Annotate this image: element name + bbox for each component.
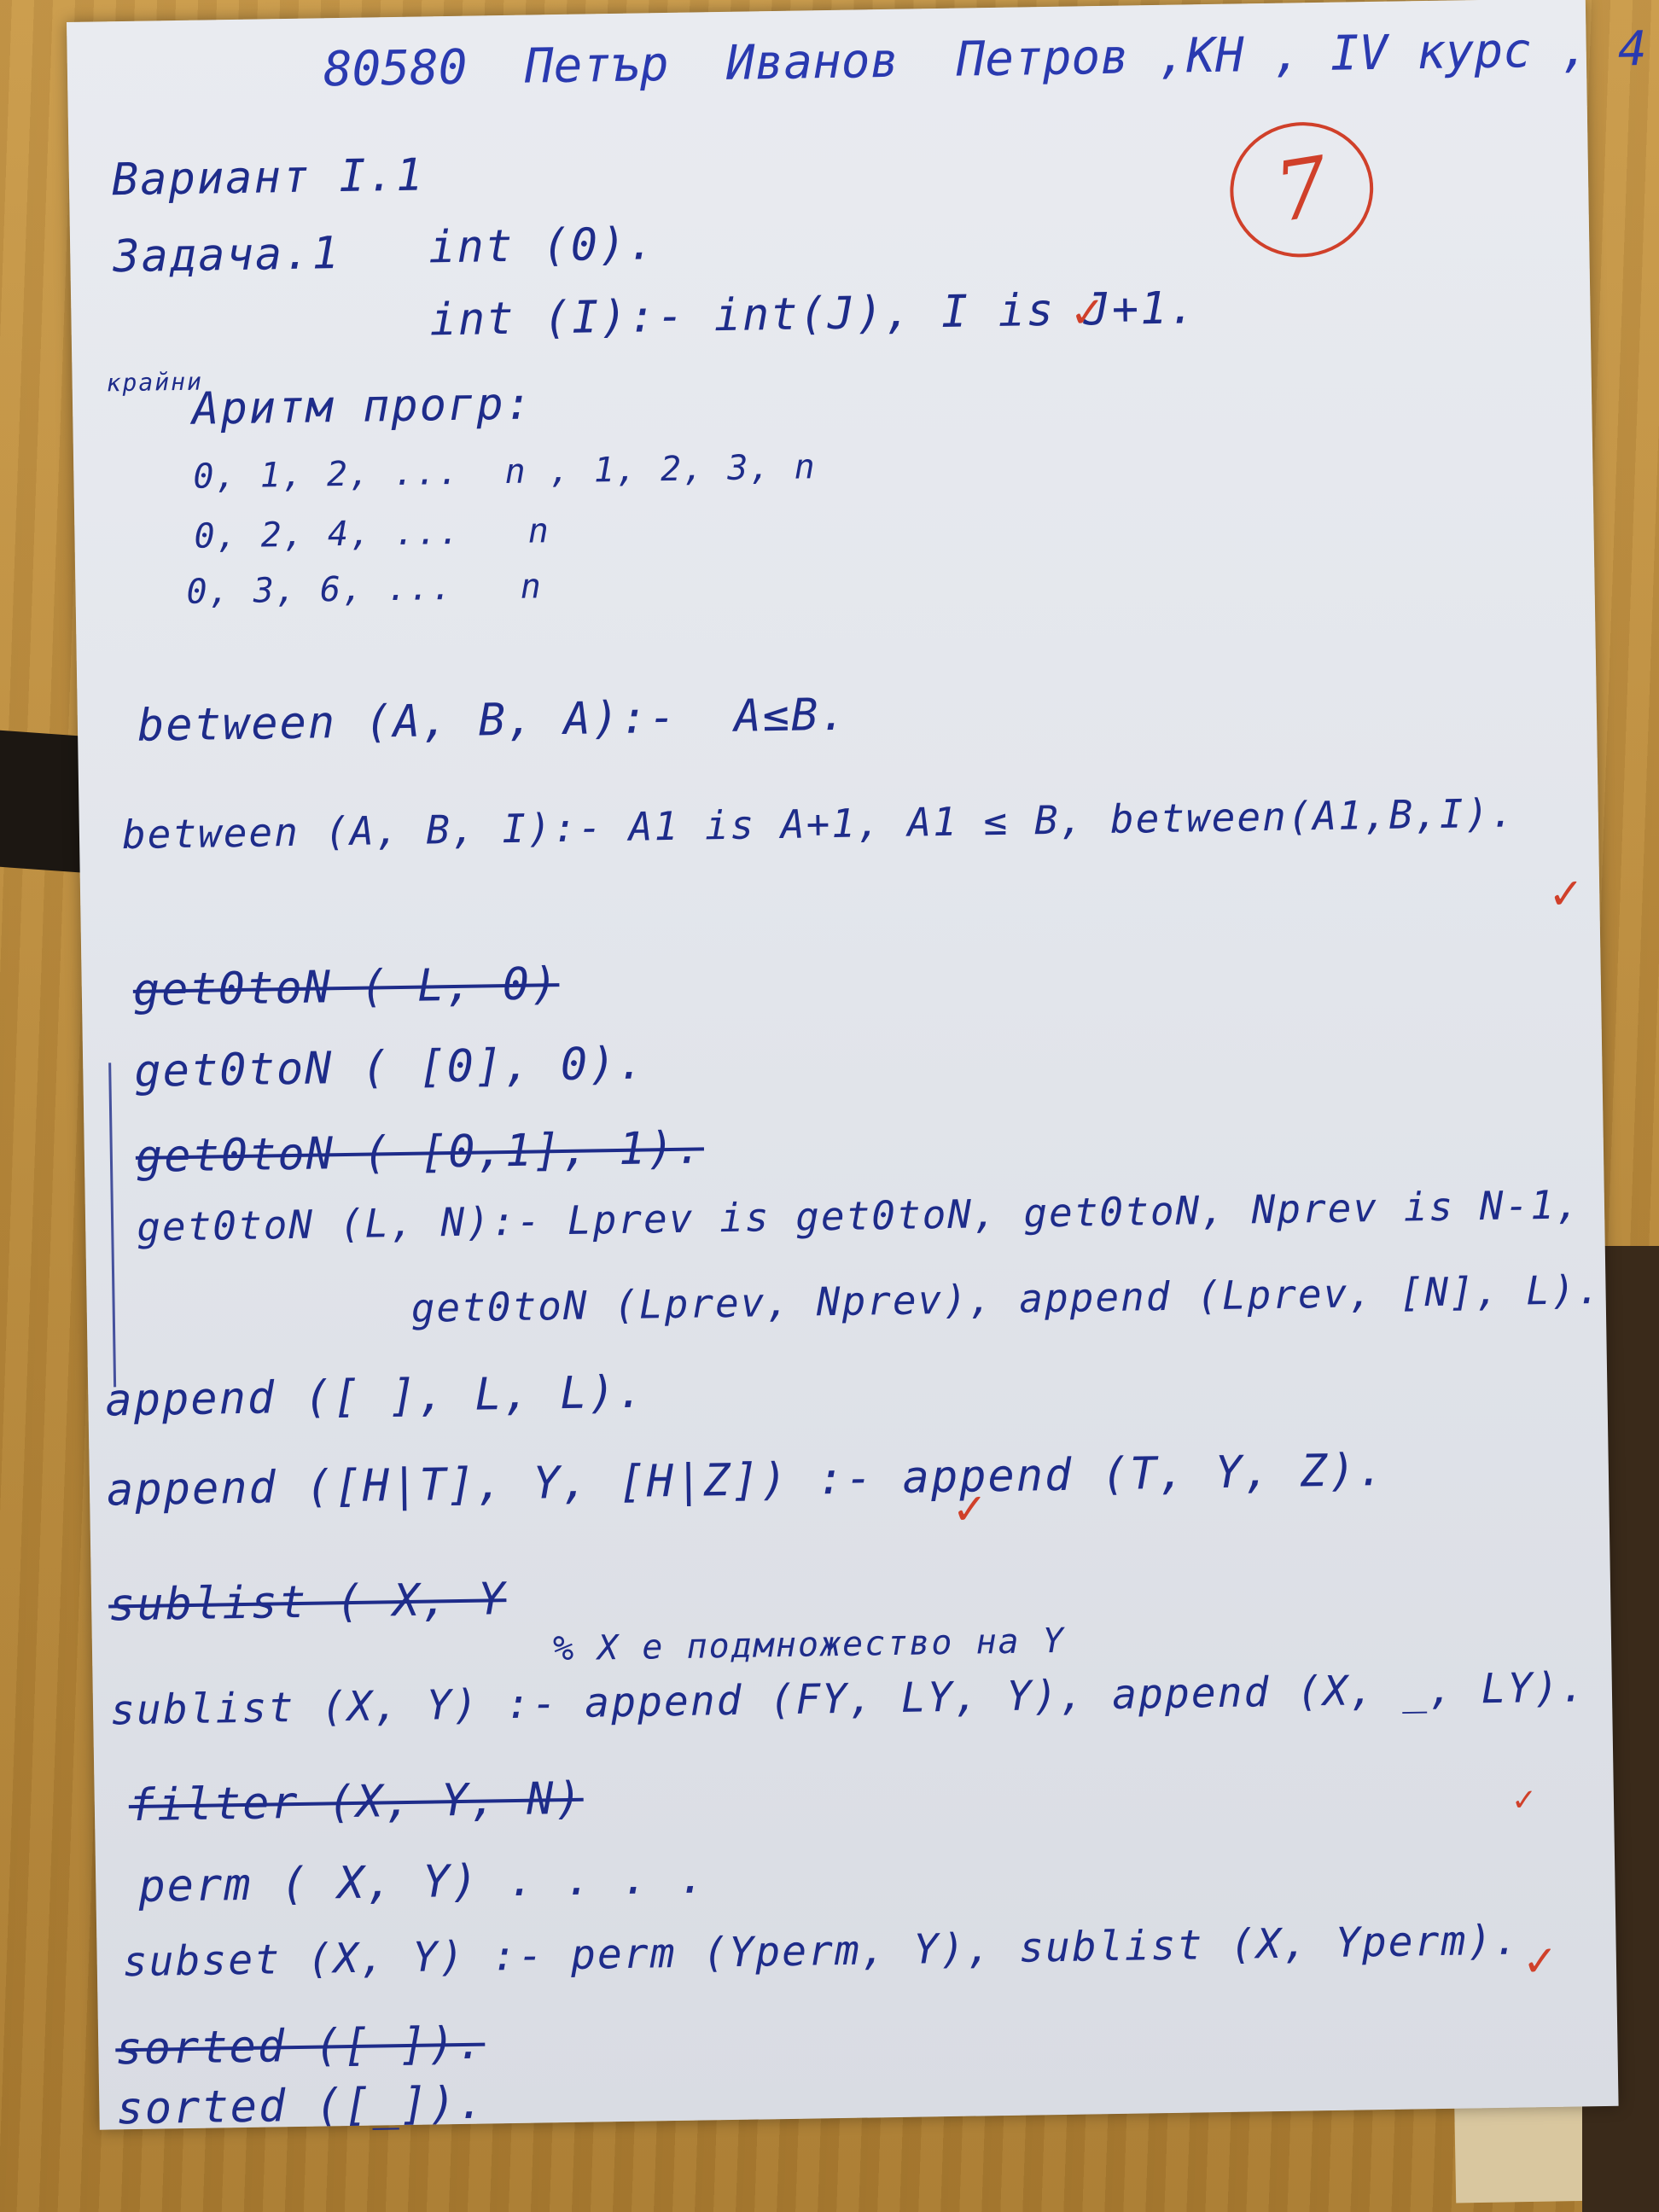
code-subset: subset (X, Y) :- perm (Yperm, Y), sublis… (122, 1916, 1521, 1987)
aritm-label: Аритм прогр: (191, 378, 534, 435)
code-int-0: int (0). (428, 218, 657, 274)
check-mark-icon: ✓ (952, 1484, 988, 1534)
margin-bracket (108, 1062, 117, 1388)
code-get0toN-base: get0toN ( [0], 0). (133, 1038, 647, 1097)
code-append-1: append ([ ], L, L). (104, 1366, 646, 1427)
code-append-2: append ([H|T], Y, [H|Z]) :- append (T, Y… (106, 1444, 1387, 1516)
check-mark-icon: ✓ (1511, 1783, 1538, 1819)
check-mark-icon: ✓ (1522, 1936, 1559, 1987)
code-sorted: sorted ([_]). (115, 2077, 486, 2135)
sublist-comment: % X е подмножество на Y (552, 1621, 1066, 1669)
check-mark-icon: ✓ (1069, 287, 1106, 338)
aritm-prefix: крайни (106, 367, 204, 398)
sequence-line-1: 0, 1, 2, ... n , 1, 2, 3, n (193, 447, 817, 497)
code-get0toN-struck: get0toN ( L, 0) (132, 958, 560, 1016)
sequence-line-3: 0, 3, 6, ... n (186, 567, 544, 612)
code-between-1: between (A, B, A):- A≤B. (137, 689, 849, 752)
code-perm: perm ( X, Y) . . . . (137, 1852, 707, 1912)
code-sublist-struck: sublist ( X, Y (108, 1574, 507, 1632)
code-sorted-struck: sorted ([ ]). (114, 2017, 486, 2075)
code-get0toN-rule-a: get0toN (L, N):- Lprev is get0toN, get0t… (136, 1181, 1581, 1250)
grade-value: 7 (1268, 138, 1336, 242)
check-mark-icon: ✓ (1547, 869, 1585, 919)
code-sublist: sublist (X, Y) :- append (FY, LY, Y), ap… (109, 1663, 1587, 1735)
sequence-line-2: 0, 2, 4, ... n (194, 511, 551, 556)
code-between-2: between (A, B, I):- A1 is A+1, A1 ≤ B, b… (121, 789, 1516, 859)
student-header: 80580 Петър Иванов Петров ,КН , IV курс … (323, 20, 1659, 98)
grade-mark: 7 (1220, 112, 1383, 268)
code-get0toN-rule-b: get0toN (Lprev, Nprev), append (Lprev, [… (410, 1266, 1603, 1331)
exam-paper: 80580 Петър Иванов Петров ,КН , IV курс … (67, 0, 1647, 2135)
variant-label: Вариант I.1 (111, 149, 425, 207)
task-label: Задача.1 (112, 227, 341, 283)
code-get0toN-struck-2: get0toN ( [0,1], 1). (135, 1122, 705, 1183)
code-filter-struck: filter (X, Y, N) (128, 1773, 585, 1832)
